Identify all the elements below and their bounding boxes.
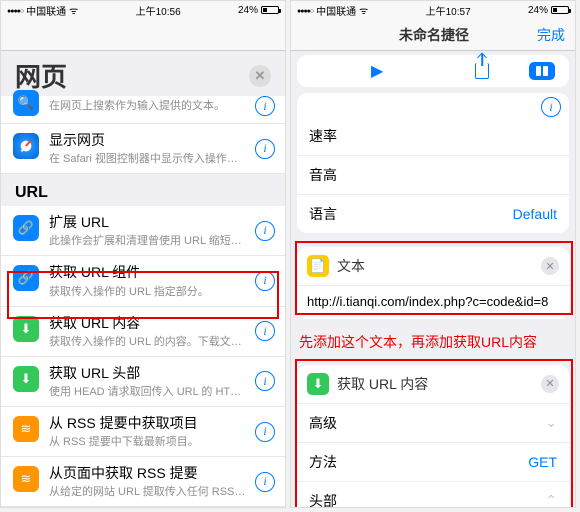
section-header-url: URL (1, 174, 285, 206)
row-advanced[interactable]: 高级 ⌄ (297, 404, 569, 443)
list-item[interactable]: 🔗 扩展 URL 此操作会扩展和清理曾使用 URL 缩短服务（如 Tin… i (1, 206, 285, 256)
list-item[interactable]: ⬇ 获取 URL 头部 使用 HEAD 请求取回传入 URL 的 HTTP 头部… (1, 357, 285, 407)
actions-list[interactable]: 网页 ✕ 🔍 搜索网页 在网页上搜索作为输入提供的文本。 i 显示网页 在 Sa… (1, 51, 285, 507)
row-headers[interactable]: 头部 ⌃ (297, 482, 569, 507)
wifi-icon: ᯤ (69, 3, 78, 17)
link-icon: 🔗 (13, 265, 39, 291)
signal-icon (7, 5, 23, 16)
battery-percent: 24% (528, 5, 548, 16)
share-icon[interactable] (475, 63, 489, 79)
nav-bar: 未命名捷径 完成 (1, 19, 285, 51)
carrier: 中国联通 (316, 3, 356, 18)
row-method[interactable]: 方法 GET (297, 443, 569, 482)
list-item[interactable]: ≋ 从 RSS 提要中获取项目 从 RSS 提要中下载最新项目。 i (1, 407, 285, 457)
phone-right: 中国联通 ᯤ 上午10:57 24% 未命名捷径 完成 ▶ i 速率 (290, 0, 576, 508)
rss-icon: ≋ (13, 466, 39, 492)
nav-title: 未命名捷径 (331, 25, 537, 45)
status-bar: 中国联通 ᯤ 上午10:56 24% (1, 1, 285, 19)
safari-icon (13, 133, 39, 159)
info-icon[interactable]: i (255, 96, 275, 116)
row-rate[interactable]: 速率 (297, 117, 569, 156)
link-icon: 🔗 (13, 215, 39, 241)
play-button[interactable]: ▶ (371, 61, 383, 81)
card-title: 获取 URL 内容 (337, 374, 428, 394)
battery-icon (261, 6, 279, 14)
action-card-text[interactable]: 📄 文本 ✕ http://i.tianqi.com/index.php?c=c… (297, 247, 569, 319)
row-pitch[interactable]: 音高 (297, 156, 569, 195)
text-field[interactable]: http://i.tianqi.com/index.php?c=code&id=… (297, 286, 569, 319)
info-icon[interactable]: i (255, 371, 275, 391)
list-item[interactable]: 显示网页 在 Safari 视图控制器中显示传入操作的网页 URL。 i (1, 124, 285, 174)
list-item[interactable]: 🔗 获取 URL 组件 获取传入操作的 URL 指定部分。 i (1, 256, 285, 306)
shortcut-canvas[interactable]: ▶ i 速率 音高 语言 Default 📄 (291, 51, 575, 507)
phone-left: 中国联通 ᯤ 上午10:56 24% 未命名捷径 完成 网页 ✕ 🔍 搜索网页 … (0, 0, 286, 508)
toolbar: ▶ (297, 55, 569, 87)
battery-icon (551, 6, 569, 14)
chevron-down-icon: ⌄ (545, 414, 557, 431)
download-icon: ⬇ (307, 373, 329, 395)
list-item[interactable]: ≋ 从页面中获取 RSS 提要 从给定的网站 URL 提取传入任何 RSS 提要… (1, 457, 285, 507)
search-icon: 🔍 (13, 90, 39, 116)
card-title: 文本 (337, 256, 365, 276)
status-time: 上午10:56 (136, 3, 181, 18)
signal-icon (297, 5, 313, 16)
done-button[interactable]: 完成 (537, 25, 565, 45)
carrier: 中国联通 (26, 3, 66, 18)
download-icon: ⬇ (13, 366, 39, 392)
page-title: 网页 ✕ (1, 51, 285, 96)
info-icon[interactable]: i (255, 221, 275, 241)
status-bar: 中国联通 ᯤ 上午10:57 24% (291, 1, 575, 19)
info-icon[interactable]: i (255, 139, 275, 159)
info-icon[interactable]: i (255, 321, 275, 341)
status-time: 上午10:57 (426, 3, 471, 18)
info-icon[interactable]: i (255, 422, 275, 442)
nav-bar: 未命名捷径 完成 (291, 19, 575, 51)
wifi-icon: ᯤ (359, 3, 368, 17)
info-icon[interactable]: i (255, 472, 275, 492)
action-card-speak[interactable]: i 速率 音高 语言 Default (297, 93, 569, 233)
text-icon: 📄 (307, 255, 329, 277)
close-icon[interactable]: ✕ (541, 257, 559, 275)
rss-icon: ≋ (13, 416, 39, 442)
list-item-get-url-contents[interactable]: ⬇ 获取 URL 内容 获取传入操作的 URL 的内容。下载文件和网页内容… i (1, 307, 285, 357)
battery-percent: 24% (238, 5, 258, 16)
close-icon[interactable]: ✕ (541, 375, 559, 393)
action-card-get-url[interactable]: ⬇ 获取 URL 内容 ✕ 高级 ⌄ 方法 GET 头部 ⌃ (297, 365, 569, 507)
close-icon[interactable]: ✕ (249, 65, 271, 87)
info-icon[interactable]: i (541, 97, 561, 117)
settings-toggle-icon[interactable] (529, 62, 555, 80)
annotation-text: 先添加这个文本，再添加获取URL内容 (297, 319, 569, 359)
list-item[interactable]: 🔍 搜索网页 在网页上搜索作为输入提供的文本。 i (1, 96, 285, 124)
chevron-up-icon: ⌃ (545, 492, 557, 507)
row-language[interactable]: 语言 Default (297, 195, 569, 233)
info-icon[interactable]: i (255, 271, 275, 291)
download-icon: ⬇ (13, 316, 39, 342)
